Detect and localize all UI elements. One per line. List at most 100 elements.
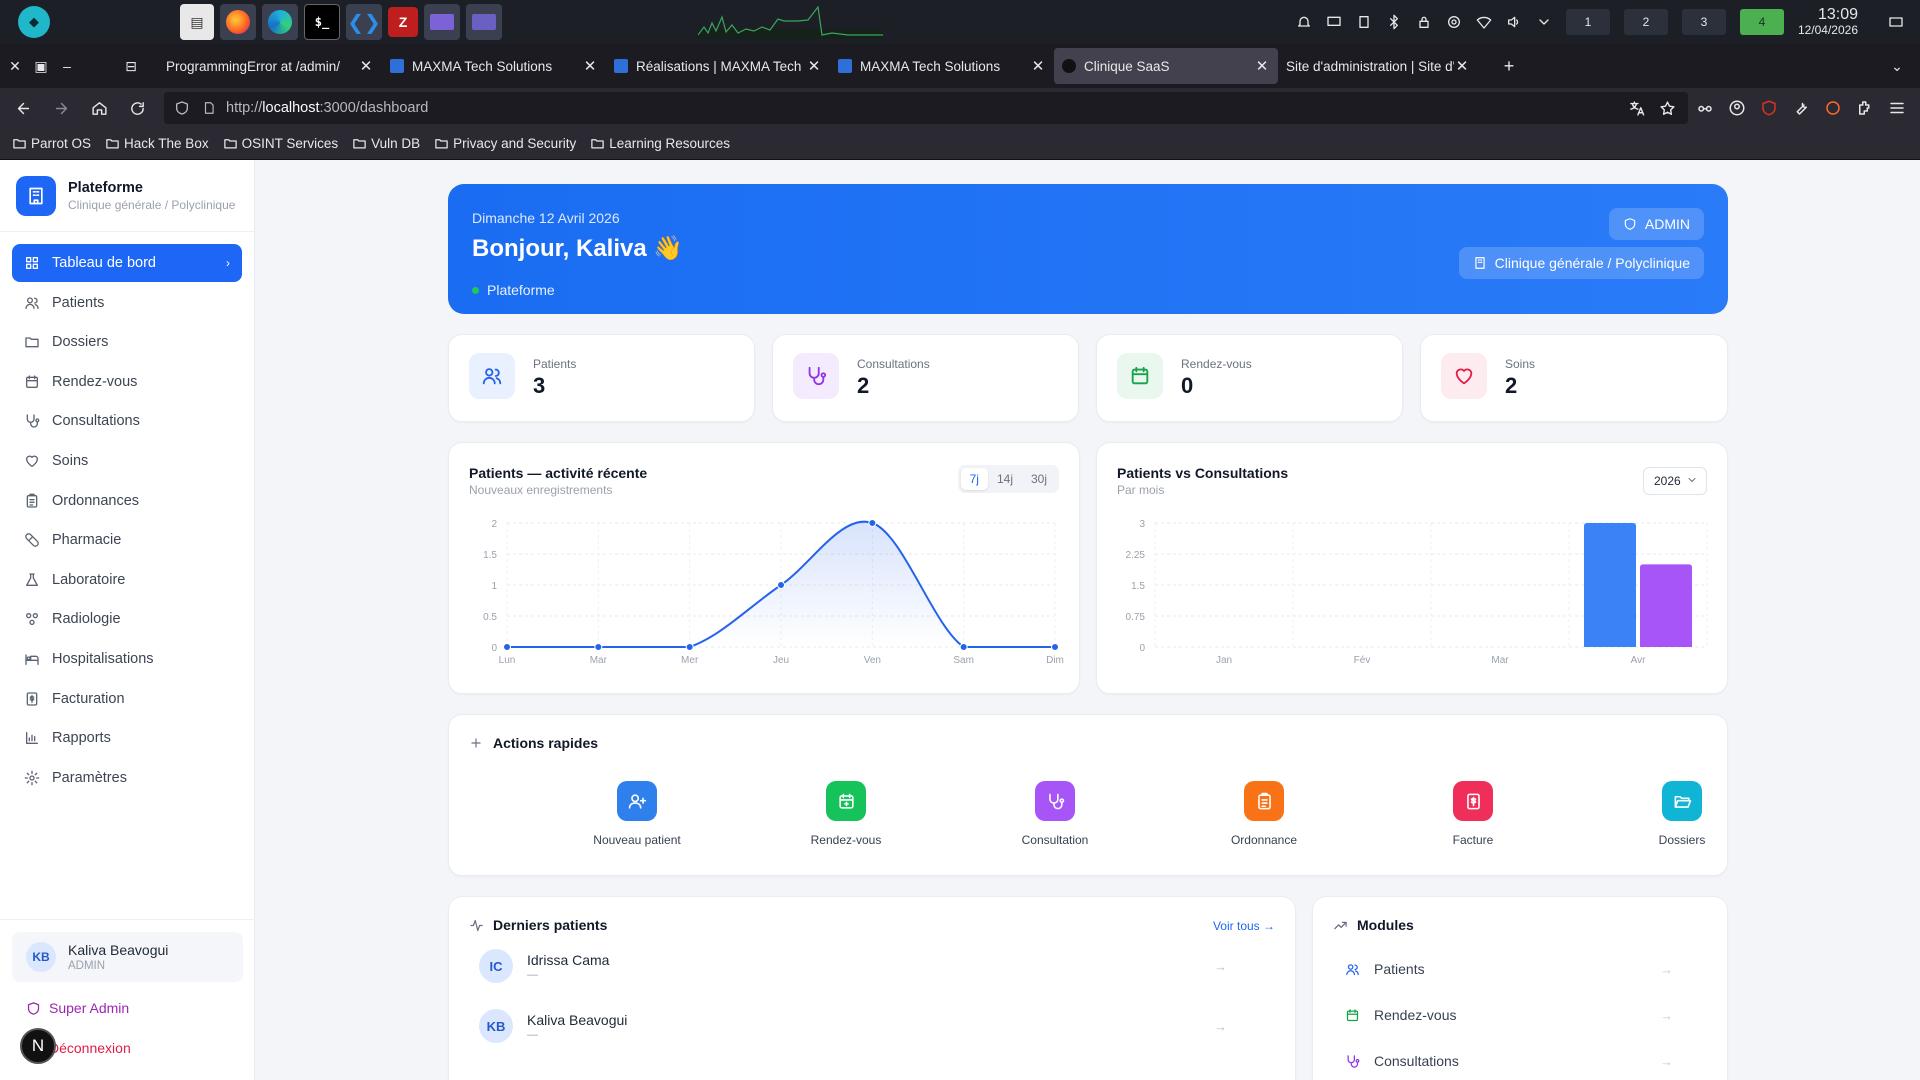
window-minimize-button[interactable]: – [54, 58, 80, 74]
edge-app-icon[interactable] [262, 4, 298, 40]
quick-action-dossiers[interactable]: Dossiers [1612, 781, 1752, 847]
bookmark-folder[interactable]: Hack The Box [105, 136, 209, 151]
bookmark-folder[interactable]: Parrot OS [12, 136, 91, 151]
close-icon[interactable]: ✕ [1030, 57, 1046, 75]
close-icon[interactable]: ✕ [358, 57, 374, 75]
screen-app-icon[interactable] [466, 4, 502, 40]
bookmark-folder[interactable]: Privacy and Security [434, 136, 576, 151]
fox-extension-icon[interactable] [1824, 99, 1842, 117]
browser-tab[interactable]: MAXMA Tech Solutions ✕ [382, 48, 606, 84]
browser-tab[interactable]: ProgrammingError at /admin/ ✕ [158, 48, 382, 84]
sidebar-item-radiologie[interactable]: Radiologie [12, 600, 242, 638]
bookmark-folder[interactable]: OSINT Services [223, 136, 338, 151]
sidebar-item-pharmacie[interactable]: Pharmacie [12, 521, 242, 559]
patient-row[interactable]: KB Kaliva Beavogui — → [469, 1001, 1237, 1051]
parrot-logo-icon[interactable]: ◆ [18, 6, 50, 38]
vscode-app-icon[interactable]: ❮❯ [346, 4, 382, 40]
stat-card-patients[interactable]: Patients 3 [448, 334, 755, 422]
private-mask-icon[interactable] [1696, 99, 1714, 117]
chevron-down-icon[interactable] [1536, 14, 1552, 30]
extensions-icon[interactable] [1856, 99, 1874, 117]
menu-icon[interactable] [1888, 99, 1906, 117]
module-item-consultations[interactable]: Consultations → [1333, 1041, 1683, 1080]
sidebar-item-dossiers[interactable]: Dossiers [12, 323, 242, 361]
bookmark-star-icon[interactable] [1659, 100, 1676, 117]
y-tick-label: 0 [491, 643, 497, 654]
sidebar-item-facturation[interactable]: Facturation [12, 680, 242, 718]
ublock-icon[interactable] [1760, 99, 1778, 117]
quick-action-ordonnance[interactable]: Ordonnance [1194, 781, 1334, 847]
list-tabs-button[interactable]: ⌄ [1884, 58, 1910, 75]
quick-action-nouveau-patient[interactable]: Nouveau patient [567, 781, 707, 847]
screen-share-icon[interactable] [1326, 14, 1342, 30]
bookmark-folder[interactable]: Learning Resources [590, 136, 730, 151]
browser-tab[interactable]: Réalisations | MAXMA Tech ✕ [606, 48, 830, 84]
patient-row[interactable]: IC Idrissa Cama — → [469, 941, 1237, 991]
wifi-icon[interactable] [1476, 14, 1492, 30]
tab-overview-icon[interactable]: ⊟ [118, 58, 144, 75]
close-icon[interactable]: ✕ [582, 57, 598, 75]
clipboard-tray-icon[interactable] [1356, 14, 1372, 30]
quick-action-rendez-vous[interactable]: Rendez-vous [776, 781, 916, 847]
workspace-2[interactable]: 2 [1623, 8, 1668, 35]
nextjs-dev-badge[interactable]: N [20, 1028, 56, 1064]
bluetooth-icon[interactable] [1386, 14, 1402, 30]
sidebar-item-soins[interactable]: Soins [12, 442, 242, 480]
module-item-rendez-vous[interactable]: Rendez-vous → [1333, 995, 1683, 1035]
stat-card-soins[interactable]: Soins 2 [1420, 334, 1728, 422]
workspace-1[interactable]: 1 [1565, 8, 1610, 35]
sidebar-item-consultations[interactable]: Consultations [12, 402, 242, 440]
close-icon[interactable]: ✕ [806, 57, 822, 75]
see-all-link[interactable]: Voir tous → [1213, 919, 1275, 933]
url-bar[interactable]: http://localhost:3000/dashboard [164, 92, 1688, 124]
workspace-4[interactable]: 4 [1739, 8, 1784, 35]
back-button[interactable] [4, 92, 42, 124]
browser-tab[interactable]: Site d'administration | Site d'a ✕ [1278, 48, 1478, 84]
brand[interactable]: Plateforme Clinique générale / Polyclini… [0, 160, 254, 232]
terminal-app-icon[interactable]: $_ [304, 4, 340, 40]
translate-icon[interactable] [1628, 100, 1645, 117]
quick-action-facture[interactable]: Facture [1403, 781, 1543, 847]
sidebar-item-label: Ordonnances [52, 492, 140, 509]
sidebar-item-rendez-vous[interactable]: Rendez-vous [12, 363, 242, 401]
remote-desktop-app-icon[interactable] [424, 4, 460, 40]
firefox-app-icon[interactable] [220, 4, 256, 40]
home-button[interactable] [80, 92, 118, 124]
vpn-icon[interactable] [1446, 14, 1462, 30]
bookmark-folder[interactable]: Vuln DB [352, 136, 420, 151]
forward-button[interactable] [42, 92, 80, 124]
window-close-button[interactable]: ✕ [2, 58, 28, 75]
notification-icon[interactable] [1296, 14, 1312, 30]
power-menu-icon[interactable] [1886, 14, 1906, 30]
volume-icon[interactable] [1506, 14, 1522, 30]
account-icon[interactable] [1728, 99, 1746, 117]
super-admin-link[interactable]: Super Admin [12, 988, 243, 1028]
lock-tray-icon[interactable] [1416, 14, 1432, 30]
clock[interactable]: 13:09 12/04/2026 [1798, 6, 1858, 36]
stat-card-rendez-vous[interactable]: Rendez-vous 0 [1096, 334, 1403, 422]
window-maximize-button[interactable]: ▣ [28, 58, 54, 75]
stat-card-consultations[interactable]: Consultations 2 [772, 334, 1079, 422]
quick-action-consultation[interactable]: Consultation [985, 781, 1125, 847]
sidebar-item-laboratoire[interactable]: Laboratoire [12, 561, 242, 599]
new-tab-button[interactable]: + [1496, 56, 1522, 77]
close-icon[interactable]: ✕ [1454, 57, 1470, 75]
sidebar-item-rapports[interactable]: Rapports [12, 719, 242, 757]
wrench-icon[interactable] [1792, 99, 1810, 117]
close-icon[interactable]: ✕ [1254, 57, 1270, 75]
sidebar-item-ordonnances[interactable]: Ordonnances [12, 482, 242, 520]
sidebar-item-hospitalisations[interactable]: Hospitalisations [12, 640, 242, 678]
browser-tab[interactable]: MAXMA Tech Solutions ✕ [830, 48, 1054, 84]
sidebar-item-tableau-de-bord[interactable]: Tableau de bord › [12, 244, 242, 282]
files-app-icon[interactable]: ▤ [180, 4, 214, 40]
sidebar-item-parametres[interactable]: Paramètres [12, 759, 242, 797]
module-item-patients[interactable]: Patients → [1333, 949, 1683, 989]
user-card[interactable]: KB Kaliva Beavogui ADMIN [12, 932, 243, 982]
latest-patients-heading: Derniers patients [493, 917, 608, 933]
filezilla-app-icon[interactable]: Z [388, 7, 418, 37]
shield-icon[interactable] [174, 100, 190, 116]
browser-tab-active[interactable]: Clinique SaaS ✕ [1054, 48, 1278, 84]
sidebar-item-patients[interactable]: Patients [12, 284, 242, 322]
workspace-3[interactable]: 3 [1681, 8, 1726, 35]
reload-button[interactable] [118, 92, 156, 124]
